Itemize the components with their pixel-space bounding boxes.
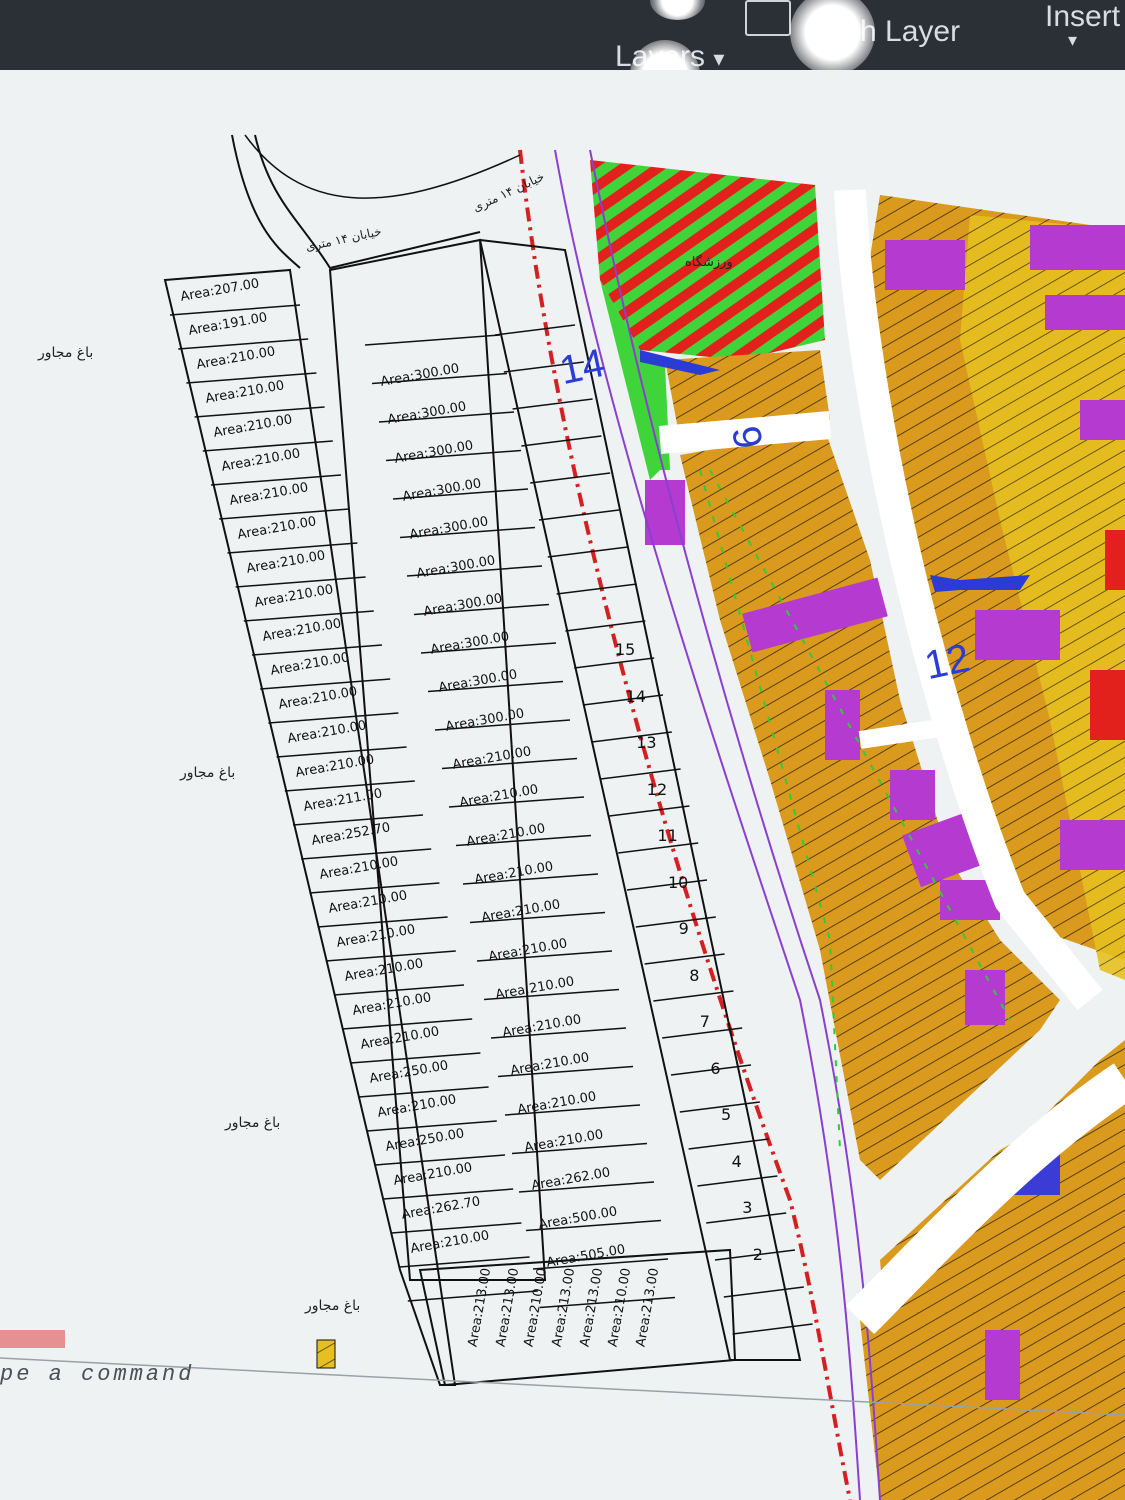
lot-divider bbox=[178, 338, 309, 350]
lot-divider bbox=[350, 1052, 481, 1064]
commercial-block bbox=[985, 1330, 1020, 1400]
lot-divider bbox=[697, 1175, 778, 1187]
lot-divider bbox=[582, 694, 664, 706]
gym-label: ورزشگاه bbox=[685, 255, 733, 270]
lot-number: 3 bbox=[742, 1198, 753, 1217]
lot-divider bbox=[284, 780, 415, 792]
lot-number: 8 bbox=[689, 965, 700, 985]
lot-divider bbox=[243, 610, 374, 622]
lot-divider bbox=[644, 953, 725, 965]
lot-number: 9 bbox=[678, 919, 689, 938]
lot-number: 4 bbox=[731, 1151, 742, 1171]
commercial-block bbox=[1030, 225, 1125, 270]
lot-divider bbox=[556, 583, 637, 595]
lot-divider bbox=[547, 546, 628, 558]
lot-number: 13 bbox=[636, 733, 657, 752]
lot-number: 11 bbox=[657, 826, 678, 845]
lot-divider bbox=[260, 678, 391, 690]
lot-divider bbox=[574, 657, 655, 669]
neighbor-label: باغ مجاور bbox=[38, 345, 94, 361]
lot-divider bbox=[251, 644, 383, 656]
lot-divider bbox=[219, 508, 350, 520]
lot-divider bbox=[626, 879, 708, 891]
hatched-swatch bbox=[316, 1339, 336, 1369]
lot-divider bbox=[309, 882, 440, 894]
lot-divider bbox=[276, 746, 407, 758]
lot-number: 6 bbox=[710, 1058, 721, 1078]
lot-divider bbox=[202, 440, 333, 452]
commercial-block bbox=[825, 690, 860, 760]
commercial-block bbox=[975, 610, 1060, 660]
red-marker bbox=[0, 1330, 65, 1348]
neighbor-label: باغ مجاور bbox=[305, 1298, 361, 1314]
lot-divider bbox=[399, 1256, 530, 1268]
access-road-line bbox=[254, 134, 481, 270]
lot-number: 12 bbox=[646, 779, 668, 799]
lot-divider bbox=[635, 916, 716, 928]
lot-divider bbox=[235, 576, 366, 588]
lot-divider bbox=[391, 1222, 522, 1234]
neighbor-label: باغ مجاور bbox=[180, 765, 236, 781]
lot-divider bbox=[538, 509, 620, 521]
lot-divider bbox=[358, 1086, 489, 1098]
sport-block bbox=[1090, 670, 1125, 740]
lot-divider bbox=[600, 768, 681, 780]
lot-number: 5 bbox=[721, 1105, 732, 1124]
commercial-block bbox=[890, 770, 935, 820]
lot-divider bbox=[374, 1154, 506, 1166]
commercial-block bbox=[885, 240, 965, 290]
lot-divider bbox=[723, 1286, 804, 1298]
road-number-14: 14 bbox=[555, 340, 609, 394]
lot-divider bbox=[194, 406, 325, 418]
lot-number: 2 bbox=[752, 1244, 763, 1264]
lot-divider bbox=[227, 542, 358, 554]
lot-divider bbox=[688, 1138, 769, 1150]
lot-divider bbox=[301, 848, 432, 860]
lot-divider bbox=[169, 304, 301, 316]
lot-number: 14 bbox=[625, 686, 646, 706]
access-road-line bbox=[231, 134, 301, 269]
lot-divider bbox=[494, 324, 576, 336]
lot-divider bbox=[530, 472, 611, 484]
commercial-block bbox=[1080, 400, 1125, 440]
lot-divider bbox=[342, 1018, 473, 1030]
command-line-input[interactable]: pe a command bbox=[0, 1362, 194, 1387]
commercial-block bbox=[1060, 820, 1125, 870]
lot-divider bbox=[521, 435, 602, 447]
lot-divider bbox=[512, 398, 593, 410]
lot-number: 15 bbox=[615, 640, 636, 659]
lot-number: 10 bbox=[668, 872, 689, 892]
lot-divider bbox=[186, 372, 317, 384]
lot-divider bbox=[364, 334, 501, 346]
sport-block bbox=[1105, 530, 1125, 590]
commercial-block bbox=[1045, 295, 1125, 330]
lot-divider bbox=[366, 1120, 497, 1132]
parcel-line bbox=[244, 134, 521, 199]
lot-divider bbox=[565, 620, 646, 632]
road-number-12: 12 bbox=[920, 635, 974, 689]
lot-divider bbox=[292, 814, 424, 826]
lot-divider bbox=[268, 712, 399, 724]
lot-divider bbox=[591, 731, 672, 743]
lot-divider bbox=[609, 805, 690, 817]
neighbor-label: باغ مجاور bbox=[225, 1115, 281, 1131]
lot-divider bbox=[732, 1323, 813, 1335]
lot-divider bbox=[333, 984, 465, 996]
lot-number: 7 bbox=[699, 1012, 710, 1031]
commercial-block bbox=[965, 970, 1005, 1025]
